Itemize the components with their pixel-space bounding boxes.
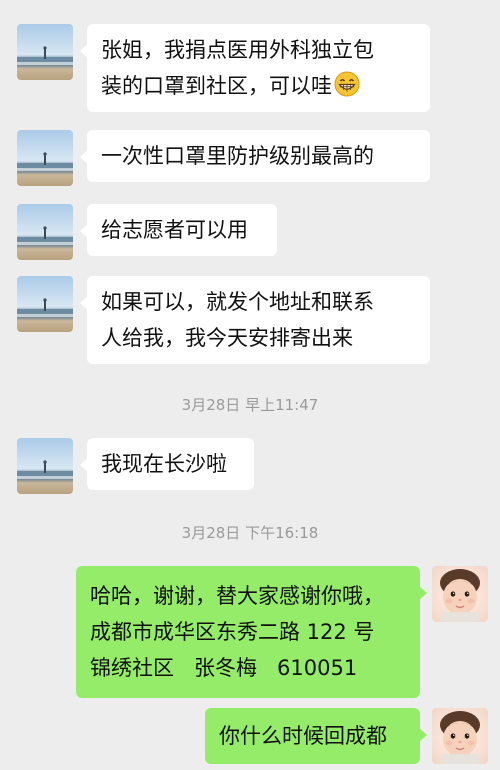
message-text-line: 成都市成华区东秀二路 122 号 <box>90 620 375 644</box>
message-text-line: 如果可以，就发个地址和联系 <box>101 290 374 314</box>
chat-thread: 张姐，我捐点医用外科独立包 装的口罩到社区，可以哇 一次性口罩里防护级别最高的 <box>0 0 500 770</box>
message-text-line: 给志愿者可以用 <box>101 218 248 242</box>
my-avatar[interactable] <box>432 708 488 764</box>
beach-landscape-avatar-icon <box>17 24 73 80</box>
baby-photo-avatar-icon <box>432 708 488 764</box>
message-text-line: 你什么时候回成都 <box>219 724 387 748</box>
message-text: 装的口罩到社区，可以哇 <box>101 74 332 98</box>
contact-avatar[interactable] <box>17 204 73 260</box>
beach-landscape-avatar-icon <box>17 438 73 494</box>
message-text-line: 哈哈，谢谢，替大家感谢你哦， <box>90 584 384 608</box>
beach-landscape-avatar-icon <box>17 130 73 186</box>
grinning-face-emoji-icon <box>334 71 360 97</box>
incoming-message-bubble[interactable]: 张姐，我捐点医用外科独立包 装的口罩到社区，可以哇 <box>80 24 430 112</box>
incoming-message-bubble[interactable]: 如果可以，就发个地址和联系 人给我，我今天安排寄出来 <box>80 276 430 364</box>
baby-photo-avatar-icon <box>432 566 488 622</box>
incoming-message-bubble[interactable]: 我现在长沙啦 <box>80 438 254 490</box>
chat-timestamp: 3月28日 下午16:18 <box>181 524 319 542</box>
my-avatar[interactable] <box>432 566 488 622</box>
outgoing-message-bubble[interactable]: 哈哈，谢谢，替大家感谢你哦， 成都市成华区东秀二路 122 号 锦绣社区 张冬梅… <box>76 566 427 698</box>
contact-avatar[interactable] <box>17 130 73 186</box>
contact-avatar[interactable] <box>17 438 73 494</box>
chat-timestamp: 3月28日 早上11:47 <box>181 396 319 414</box>
message-text-line: 人给我，我今天安排寄出来 <box>101 326 353 350</box>
contact-avatar[interactable] <box>17 276 73 332</box>
incoming-message-bubble[interactable]: 一次性口罩里防护级别最高的 <box>80 130 430 182</box>
message-text-line: 一次性口罩里防护级别最高的 <box>101 144 374 168</box>
contact-avatar[interactable] <box>17 24 73 80</box>
message-text-line: 锦绣社区 张冬梅 610051 <box>90 656 358 680</box>
message-text-line: 我现在长沙啦 <box>101 452 227 476</box>
message-text-line: 装的口罩到社区，可以哇 <box>101 68 416 104</box>
message-text-line: 张姐，我捐点医用外科独立包 <box>101 38 374 62</box>
outgoing-message-bubble[interactable]: 你什么时候回成都 <box>205 708 427 764</box>
beach-landscape-avatar-icon <box>17 204 73 260</box>
incoming-message-bubble[interactable]: 给志愿者可以用 <box>80 204 277 256</box>
beach-landscape-avatar-icon <box>17 276 73 332</box>
